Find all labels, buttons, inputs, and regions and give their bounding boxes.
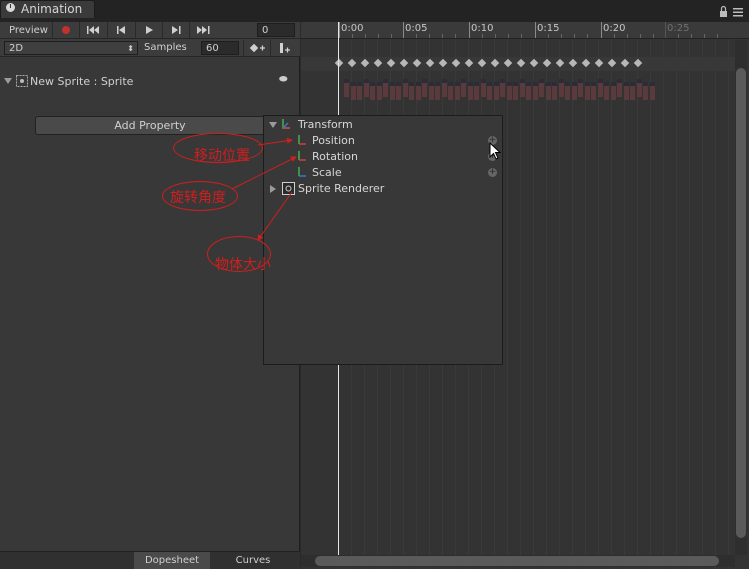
annotation-arrows: [231, 137, 297, 241]
